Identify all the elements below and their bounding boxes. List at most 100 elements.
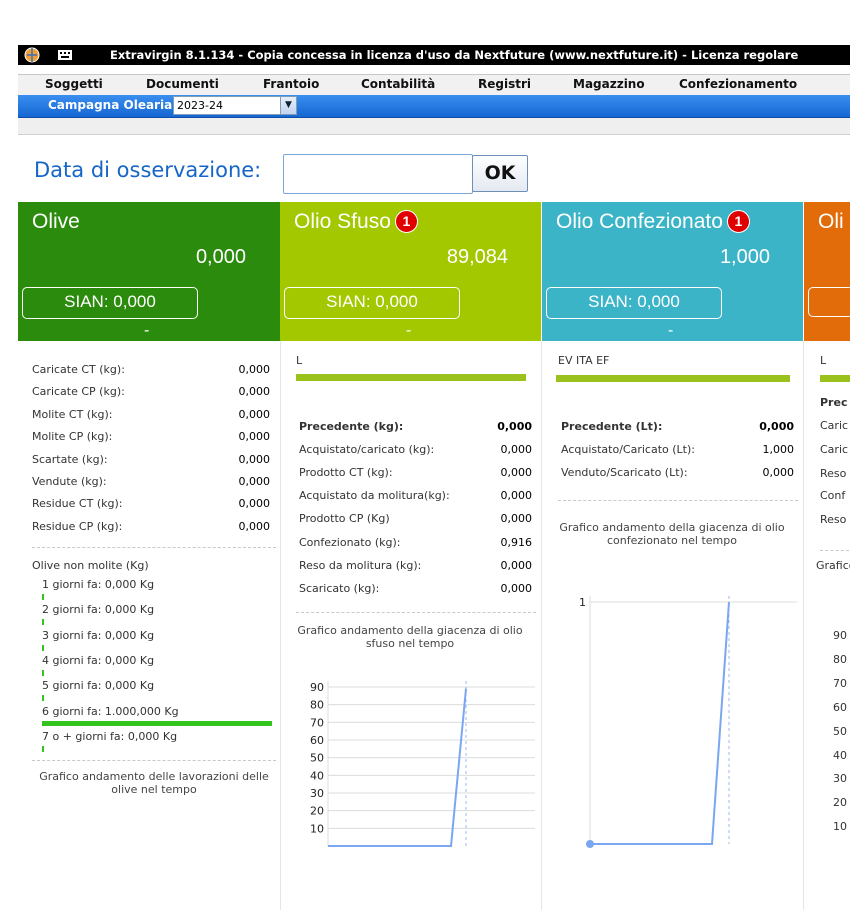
menu-documenti[interactable]: Documenti [146,77,219,91]
non-molite-bar [42,669,44,676]
sfuso-stat-value: 0,000 [500,489,533,503]
sfuso-stat-value: 0,000 [497,420,532,433]
olive-stat-value: 0,000 [238,452,271,466]
tile-sfuso-header: Olio Sfuso 1 [294,210,418,234]
tile-conf-dash: - [668,322,674,339]
fourth-stat-label: Conf [820,489,846,502]
conf-stat-value: 0,000 [759,420,794,433]
conf-stat-label: Precedente (Lt): [561,420,663,433]
non-molite-item: 6 giorni fa: 1.000,000 Kg [42,704,179,718]
olive-stat-label: Scartate (kg): [32,452,108,466]
tile-conf-sian[interactable]: SIAN: 0,000 [546,287,722,319]
tile-sfuso-sian[interactable]: SIAN: 0,000 [284,287,460,319]
sfuso-chart-title: Grafico andamento della giacenza di olio… [297,624,523,650]
non-molite-bar [42,644,44,651]
keyboard-icon[interactable] [58,49,72,61]
olive-stat-label: Vendute (kg): [32,475,107,488]
olive-stat-value: 0,000 [238,430,271,444]
y-tick-label: 10 [310,822,324,835]
fourth-stat-label: Caric [820,419,849,432]
conf-stat-label: Venduto/Scaricato (Lt): [561,466,688,479]
campagna-value: 2023-24 [177,99,223,112]
alert-badge[interactable]: 1 [726,210,750,233]
sfuso-stat-label: Prodotto CT (kg): [299,466,393,480]
non-molite-item: 2 giorni fa: 0,000 Kg [42,603,155,617]
menu-soggetti[interactable]: Soggetti [45,77,103,91]
fourth-stat-label: Reso [820,467,847,480]
confezionato-panel: EV ITA EF Precedente (Lt): 0,000 Acquistat… [542,341,804,910]
tile-conf-value: 1,000 [719,246,770,268]
menu-confezionamento[interactable]: Confezionamento [679,77,797,91]
tile-sfuso-title: Olio Sfuso [294,210,391,233]
menu-contabilita[interactable]: Contabilità [361,77,435,91]
tile-fourth[interactable]: Oli S [804,202,850,341]
non-molite-item: 7 o + giorni fa: 0,000 Kg [42,729,178,743]
y-tick-label: 60 [310,734,324,747]
fourth-tick-label: 80 [833,652,847,666]
menu-registri[interactable]: Registri [478,77,531,91]
conf-stat-value: 1,000 [762,443,795,456]
window-title: Extravirgin 8.1.134 - Copia concessa in … [110,48,799,62]
non-molite-item: 4 giorni fa: 0,000 Kg [42,653,155,667]
sfuso-stat-value: 0,000 [500,466,533,480]
series-line [590,601,730,845]
tile-olive-sian[interactable]: SIAN: 0,000 [22,287,198,319]
olive-panel: Caricate CT (kg): 0,000 Caricate CP (kg): 0… [18,341,281,910]
conf-bar [556,375,790,382]
non-molite-bar [42,619,44,626]
fourth-code: L [820,354,827,367]
sfuso-code: L [296,354,303,367]
olive-chart-title: Grafico andamento delle lavorazioni dell… [39,770,269,796]
conf-stat-label: Acquistato/Caricato (Lt): [561,443,695,456]
fourth-tick-label: 10 [833,820,847,834]
globe-icon[interactable] [24,47,40,63]
conf-chart-title: Grafico andamento della giacenza di olio… [559,521,785,547]
sfuso-stat-label: Prodotto CP (Kg) [299,512,390,526]
sfuso-stat-label: Precedente (kg): [299,420,404,433]
sfuso-stat-label: Reso da molitura (kg): [299,558,422,572]
tile-sfuso-dash: - [406,322,412,339]
tile-conf-header: Olio Confezionato 1 [556,210,750,234]
sfuso-stat-value: 0,000 [500,443,533,457]
campagna-select[interactable]: 2023-24 ▼ [173,96,297,115]
sfuso-stat-value: 0,916 [500,535,533,549]
divider [820,550,850,551]
fourth-tick-label: 20 [833,796,847,810]
y-tick-label: 80 [310,699,324,712]
tile-olive[interactable]: Olive 0,000 SIAN: 0,000 - [18,202,280,341]
tile-olio-confezionato[interactable]: Olio Confezionato 1 1,000 SIAN: 0,000 - [542,202,803,341]
fourth-tick-label: 50 [833,724,847,738]
non-molite-bar [42,695,44,702]
tile-olive-dash: - [144,322,150,339]
olive-non-molite-title: Olive non molite (Kg) [32,559,149,572]
sfuso-stat-label: Scaricato (kg): [299,581,380,595]
tile-fourth-sian[interactable]: S [808,287,850,317]
fourth-bar [820,375,850,382]
y-tick-label: 90 [310,681,324,694]
non-molite-item: 3 giorni fa: 0,000 Kg [42,628,155,642]
conf-code: EV ITA EF [558,354,610,367]
menu-magazzino[interactable]: Magazzino [573,77,645,91]
fourth-panel: L Prec Caric Caric Reso Conf Reso Grafico 90 8… [804,341,850,910]
olive-stat-label: Residue CP (kg): [32,519,123,533]
olive-stat-label: Caricate CT (kg): [32,363,125,376]
ok-button[interactable]: OK [472,155,528,192]
y-tick-label: 30 [310,787,324,800]
olive-stat-label: Caricate CP (kg): [32,385,125,399]
y-tick-label: 50 [310,752,324,765]
tile-olio-sfuso[interactable]: Olio Sfuso 1 89,084 SIAN: 0,000 - [280,202,541,341]
non-molite-item: 1 giorni fa: 0,000 Kg [42,578,155,591]
tile-olive-value: 0,000 [195,246,246,268]
fourth-chart-title: Grafico [816,559,850,572]
chevron-down-icon[interactable]: ▼ [280,97,296,114]
y-tick-label: 1 [579,596,586,609]
non-molite-bar [42,594,44,600]
alert-badge[interactable]: 1 [394,210,418,233]
olive-stat-value: 0,000 [238,407,271,421]
toolbar-strip [18,118,850,135]
tile-fourth-title: Oli [818,210,844,233]
observation-date-input[interactable] [283,154,473,194]
non-molite-bar [42,745,44,752]
y-tick-label: 20 [310,805,324,818]
menu-frantoio[interactable]: Frantoio [263,77,319,91]
